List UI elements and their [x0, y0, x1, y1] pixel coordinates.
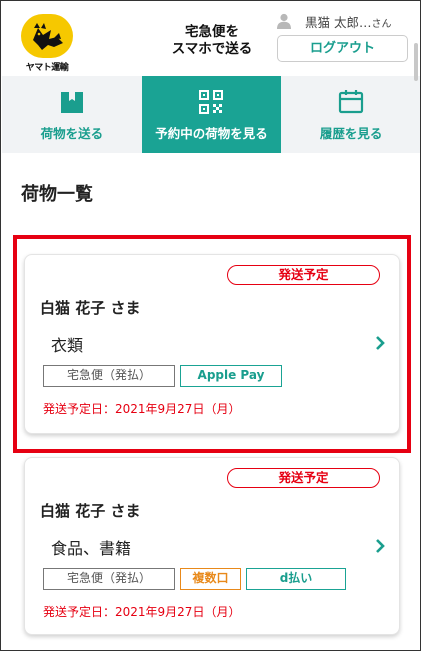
recipient-name: 白猫 花子 さま: [40, 502, 141, 520]
app-title-line1: 宅急便を: [185, 24, 239, 40]
nav-reserved-packages[interactable]: 予約中の荷物を見る: [141, 76, 282, 153]
service-tag: 宅急便（発払）: [43, 568, 175, 590]
nav-send-package[interactable]: 荷物を送る: [2, 76, 142, 153]
user-name-suffix: さん: [371, 19, 392, 30]
app-header: ヤマト運輸 宅急便を スマホで送る 黒猫 太郎…さん ログアウト: [2, 2, 420, 76]
tag-list: 宅急便（発払） 複数口 d払い: [43, 568, 346, 590]
status-badge: 発送予定: [227, 265, 380, 285]
ship-date: 発送予定日：2021年9月27日（月）: [43, 605, 241, 619]
screen: ヤマト運輸 宅急便を スマホで送る 黒猫 太郎…さん ログアウト 荷物を送る 予…: [0, 0, 421, 651]
scrollbar[interactable]: [414, 43, 418, 81]
multiple-tag: 複数口: [180, 568, 241, 590]
ship-date: 発送予定日：2021年9月27日（月）: [43, 402, 241, 416]
package-contents: 衣類: [51, 336, 84, 355]
shipment-card[interactable]: 発送予定 白猫 花子 さま 食品、書籍 宅急便（発払） 複数口 d払い 発送予定…: [24, 457, 400, 635]
package-contents: 食品、書籍: [51, 539, 132, 558]
calendar-icon: [338, 89, 364, 115]
chevron-right-icon[interactable]: [374, 538, 386, 554]
shipment-card[interactable]: 発送予定 白猫 花子 さま 衣類 宅急便（発払） Apple Pay 発送予定日…: [24, 254, 400, 434]
tag-list: 宅急便（発払） Apple Pay: [43, 365, 282, 387]
user-icon: [277, 13, 291, 29]
nav-label: 予約中の荷物を見る: [155, 126, 268, 141]
main-nav: 荷物を送る 予約中の荷物を見る 履歴を見る: [2, 76, 420, 153]
nav-label: 履歴を見る: [319, 126, 383, 141]
black-cat-logo-icon: [21, 14, 73, 58]
package-icon: [59, 89, 85, 115]
service-tag: 宅急便（発払）: [43, 365, 175, 387]
chevron-right-icon[interactable]: [374, 335, 386, 351]
yamato-logo[interactable]: ヤマト運輸: [21, 14, 73, 73]
app-title-line2: スマホで送る: [171, 41, 253, 57]
qr-code-icon: [198, 89, 224, 115]
nav-history[interactable]: 履歴を見る: [281, 76, 420, 153]
payment-tag: d払い: [246, 568, 346, 590]
logout-button[interactable]: ログアウト: [277, 35, 408, 62]
payment-tag: Apple Pay: [180, 365, 282, 387]
logo-text: ヤマト運輸: [25, 63, 69, 73]
recipient-name: 白猫 花子 さま: [40, 299, 141, 317]
status-badge: 発送予定: [227, 468, 380, 488]
user-name-text: 黒猫 太郎…: [305, 15, 372, 30]
user-name: 黒猫 太郎…さん: [305, 12, 391, 31]
app-title: 宅急便を スマホで送る: [162, 24, 262, 58]
page-title: 荷物一覧: [21, 184, 93, 205]
nav-label: 荷物を送る: [40, 126, 104, 141]
